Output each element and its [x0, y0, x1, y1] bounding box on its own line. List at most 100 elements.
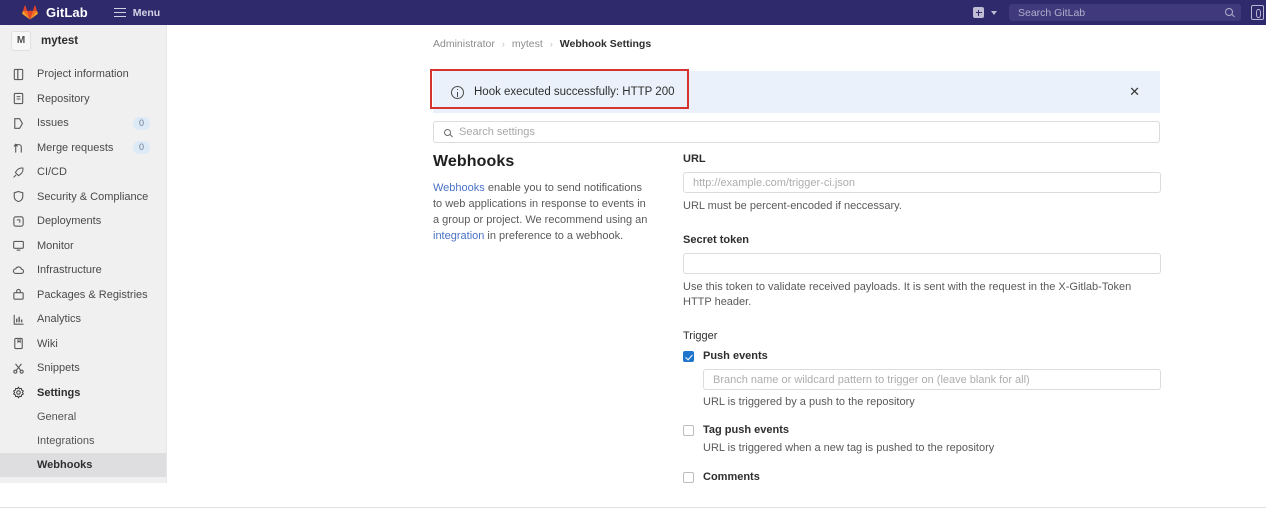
sidebar-subitem-label: General	[37, 411, 77, 423]
chart-icon	[11, 312, 26, 327]
sidebar-item-packages-registries[interactable]: Packages & Registries	[0, 283, 166, 308]
webhook-form: URL http://example.com/trigger-ci.json U…	[683, 153, 1161, 483]
secret-token-help-text: Use this token to validate received payl…	[683, 281, 1132, 308]
issues-icon	[11, 116, 26, 131]
trigger-option-tag-push-events[interactable]: Tag push events	[683, 424, 1161, 436]
project-info-icon	[11, 67, 26, 82]
sidebar-item-label: Merge requests	[37, 141, 114, 154]
page-title: Webhooks	[433, 153, 515, 170]
tag-push-events-help-text: URL is triggered when a new tag is pushe…	[703, 442, 995, 454]
sidebar-project-header[interactable]: M mytest	[0, 25, 166, 56]
gitlab-brand[interactable]: GitLab	[22, 5, 88, 20]
hamburger-icon	[113, 8, 126, 17]
sidebar-item-project-information[interactable]: Project information	[0, 62, 166, 87]
menu-toggle-button[interactable]: Menu	[113, 7, 160, 19]
top-right-actions: Search GitLab	[973, 0, 1266, 25]
sidebar-subitem-label: Integrations	[37, 435, 95, 447]
sidebar-item-label: Analytics	[37, 313, 82, 326]
url-field-label: URL	[683, 153, 706, 165]
comments-checkbox[interactable]	[683, 472, 694, 483]
breadcrumb-project[interactable]: mytest	[512, 38, 543, 50]
alert-message: Hook executed successfully: HTTP 200	[474, 86, 675, 98]
sidebar-item-integrations[interactable]: Integrations	[0, 429, 166, 453]
book-icon	[11, 336, 26, 351]
breadcrumb-root[interactable]: Administrator	[433, 38, 495, 50]
sidebar-item-snippets[interactable]: Snippets	[0, 356, 166, 381]
sidebar-item-webhooks[interactable]: Webhooks	[0, 453, 166, 477]
gear-icon	[11, 385, 26, 400]
sidebar-nav-list: Project information Repository Issues 0 …	[0, 62, 166, 477]
url-help-text: URL must be percent-encoded if neccessar…	[683, 200, 902, 212]
webhooks-doc-link[interactable]: Webhooks	[433, 182, 485, 194]
brand-name: GitLab	[46, 5, 88, 20]
push-events-branch-placeholder: Branch name or wildcard pattern to trigg…	[713, 373, 1030, 386]
sidebar-item-deployments[interactable]: Deployments	[0, 209, 166, 234]
sidebar-item-label: Infrastructure	[37, 264, 102, 277]
breadcrumb-separator: ›	[549, 39, 553, 49]
description-text-part2: in preference to a webhook.	[484, 230, 624, 242]
trigger-option-push-events[interactable]: Push events	[683, 350, 1161, 362]
sidebar-item-label: Settings	[37, 386, 81, 399]
sidebar-item-repository[interactable]: Repository	[0, 87, 166, 112]
sidebar-item-label: Packages & Registries	[37, 288, 148, 301]
gitlab-fox-icon	[22, 5, 38, 20]
search-settings-input[interactable]: Search settings	[433, 121, 1160, 143]
trigger-option-comments[interactable]: Comments	[683, 471, 1161, 483]
sidebar-item-ci-cd[interactable]: CI/CD	[0, 160, 166, 185]
sidebar-item-badge: 0	[132, 141, 150, 155]
cloud-icon	[11, 263, 26, 278]
scissors-icon	[11, 361, 26, 376]
sidebar-item-merge-requests[interactable]: Merge requests 0	[0, 136, 166, 161]
secret-token-input[interactable]	[683, 253, 1161, 274]
project-sidebar: M mytest Project information Repository …	[0, 25, 167, 483]
plus-square-icon	[973, 7, 984, 18]
sidebar-item-issues[interactable]: Issues 0	[0, 111, 166, 136]
footer-divider	[0, 507, 1266, 508]
search-icon	[444, 128, 451, 136]
sidebar-item-wiki[interactable]: Wiki	[0, 332, 166, 357]
top-navigation-bar: GitLab Menu Search GitLab	[0, 0, 1266, 25]
sidebar-item-label: Deployments	[37, 215, 102, 228]
tag-push-events-checkbox[interactable]	[683, 425, 694, 436]
push-events-help-text: URL is triggered by a push to the reposi…	[703, 396, 915, 408]
url-input[interactable]: http://example.com/trigger-ci.json	[683, 172, 1161, 193]
breadcrumb-separator: ›	[501, 39, 505, 49]
merge-requests-icon	[11, 140, 26, 155]
sidebar-item-label: Monitor	[37, 239, 74, 252]
comments-label: Comments	[703, 471, 760, 483]
sidebar-item-general[interactable]: General	[0, 405, 166, 429]
sidebar-item-analytics[interactable]: Analytics	[0, 307, 166, 332]
sidebar-item-security-compliance[interactable]: Security & Compliance	[0, 185, 166, 210]
push-events-checkbox[interactable]	[683, 351, 694, 362]
sidebar-item-label: Repository	[37, 92, 90, 105]
webhooks-description-column: Webhooks Webhooks enable you to send not…	[433, 153, 651, 244]
tag-push-events-group: URL is triggered when a new tag is pushe…	[703, 442, 1161, 454]
sidebar-item-label: Wiki	[37, 337, 58, 350]
project-avatar: M	[11, 30, 31, 51]
browser-edge-icon[interactable]	[1251, 5, 1264, 20]
push-events-branch-group: Branch name or wildcard pattern to trigg…	[703, 369, 1161, 408]
tag-push-events-label: Tag push events	[703, 424, 789, 436]
breadcrumb-current: Webhook Settings	[559, 38, 652, 50]
push-events-branch-input[interactable]: Branch name or wildcard pattern to trigg…	[703, 369, 1161, 390]
close-icon[interactable]: ✕	[1129, 85, 1140, 98]
new-item-button[interactable]	[973, 7, 997, 18]
sidebar-item-label: CI/CD	[37, 166, 67, 179]
rocket-icon	[11, 165, 26, 180]
search-icon	[1225, 7, 1233, 16]
secret-token-field-label: Secret token	[683, 234, 750, 246]
deployments-icon	[11, 214, 26, 229]
sidebar-item-monitor[interactable]: Monitor	[0, 234, 166, 259]
sidebar-item-settings[interactable]: Settings	[0, 381, 166, 406]
integration-doc-link[interactable]: integration	[433, 230, 484, 242]
sidebar-subitem-label: Webhooks	[37, 459, 93, 471]
sidebar-item-label: Snippets	[37, 362, 80, 375]
info-circle-icon	[451, 85, 464, 99]
sidebar-item-infrastructure[interactable]: Infrastructure	[0, 258, 166, 283]
global-search-input[interactable]: Search GitLab	[1009, 4, 1241, 21]
global-search-placeholder: Search GitLab	[1018, 6, 1086, 19]
trigger-section-heading: Trigger	[683, 330, 718, 342]
sidebar-item-label: Project information	[37, 68, 129, 81]
